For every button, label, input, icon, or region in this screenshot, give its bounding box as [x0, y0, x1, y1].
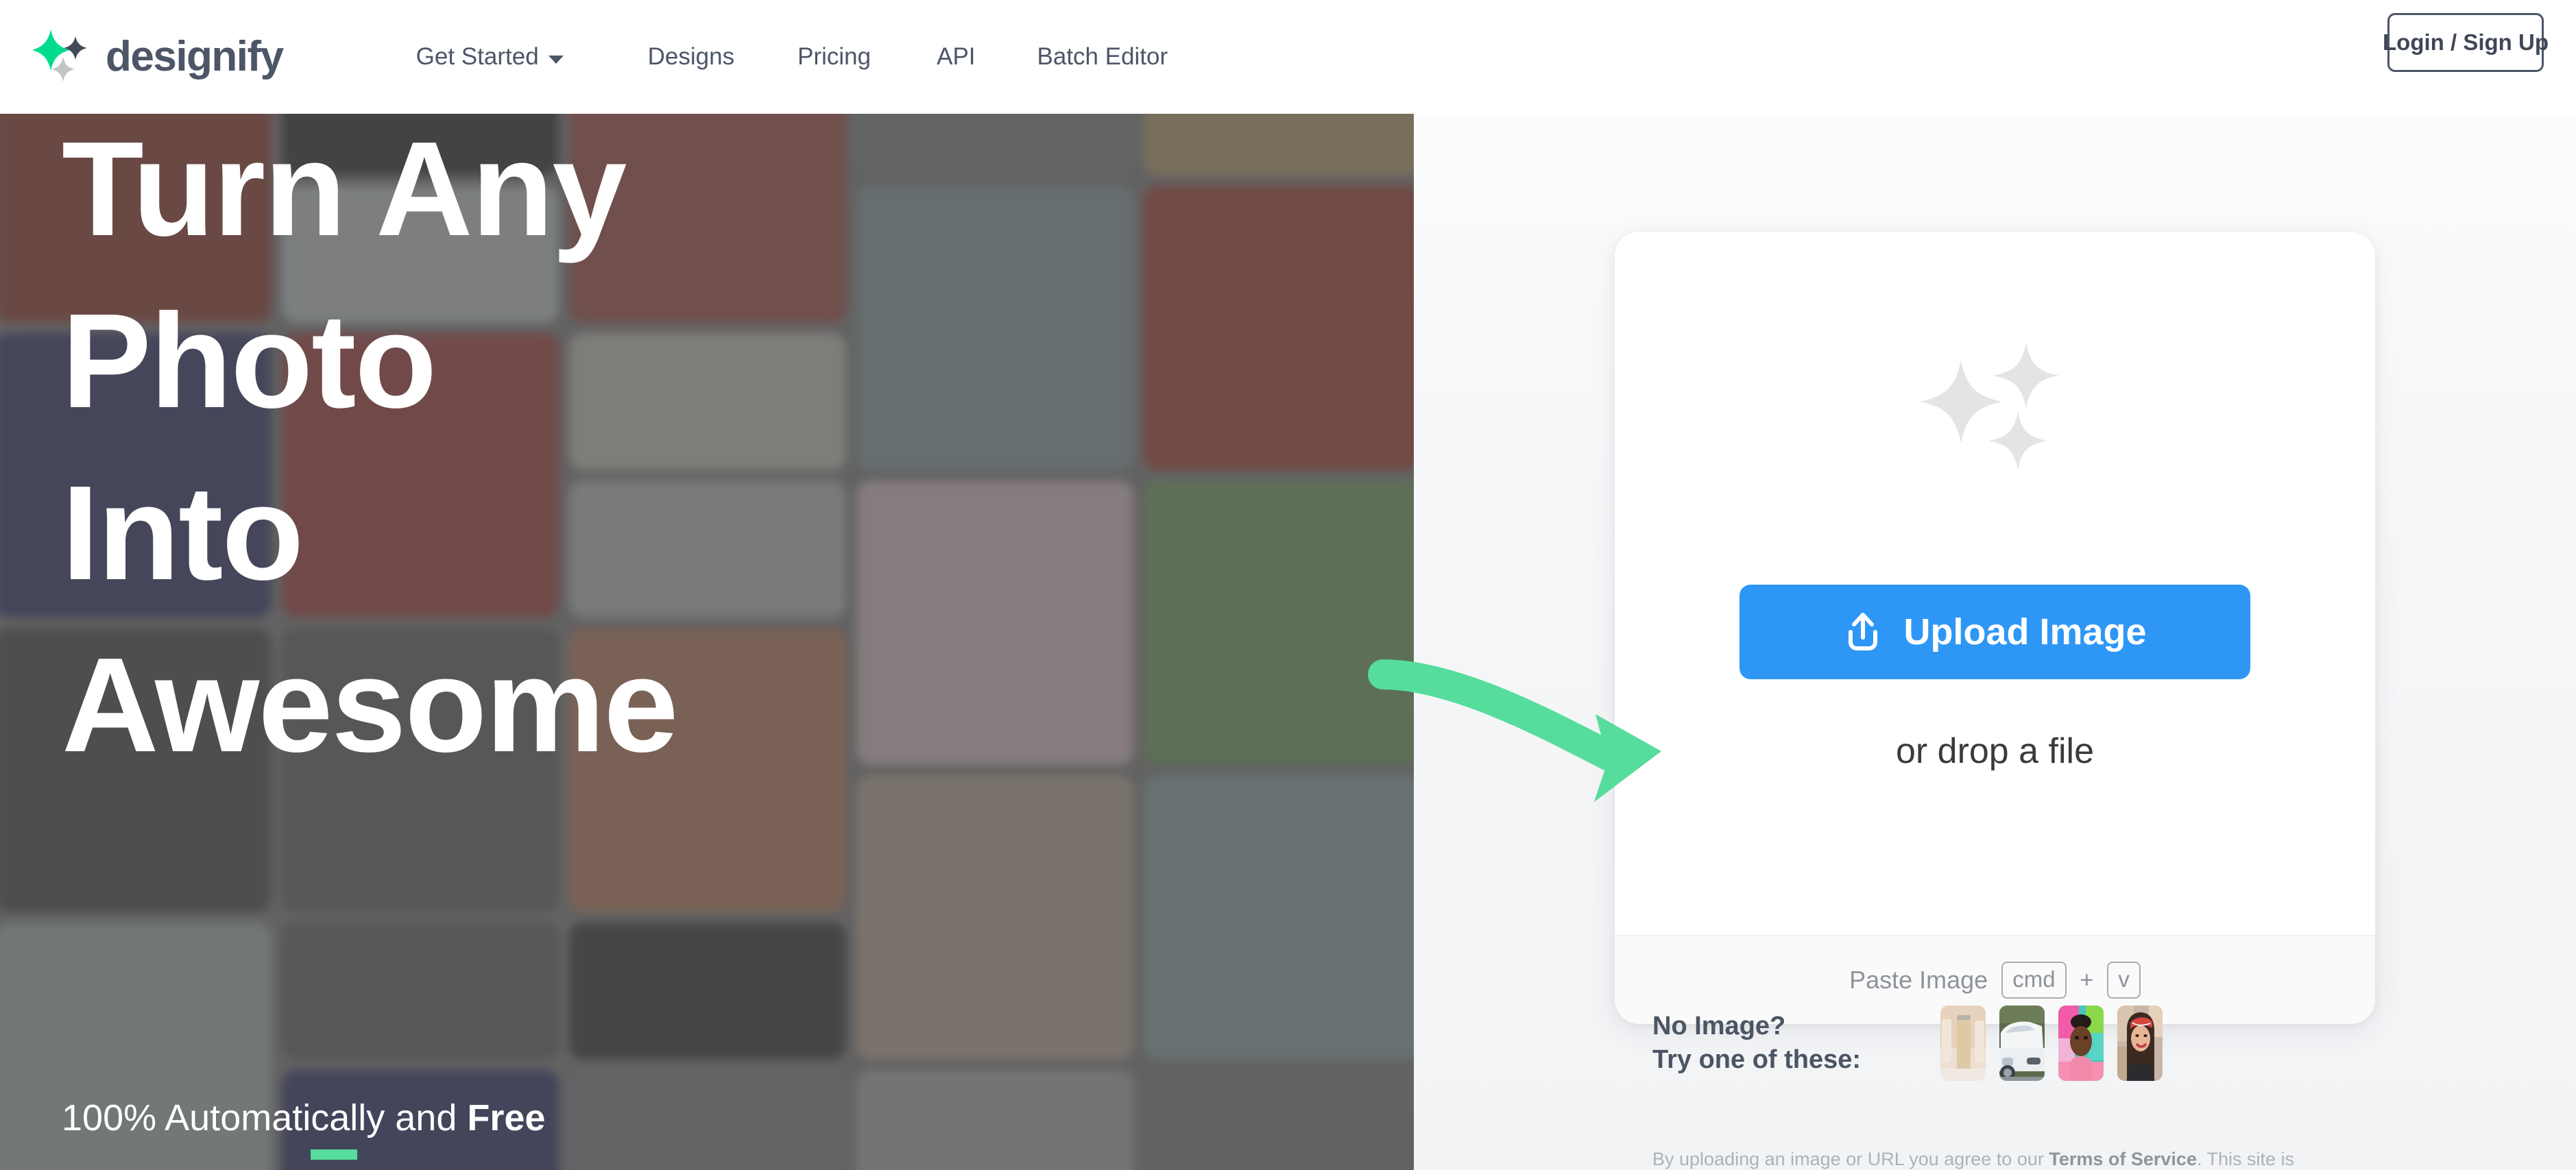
sample-thumbnail-car[interactable]: [1999, 1006, 2045, 1081]
nav-item-label: Designs: [647, 43, 735, 70]
sample-thumbnail-can[interactable]: [1940, 1006, 1986, 1081]
kbd-cmd: cmd: [2001, 962, 2067, 999]
hero-subtitle-underline: [311, 1149, 357, 1160]
sample-thumbnails: [1940, 1006, 2163, 1081]
upload-icon: [1843, 611, 1883, 653]
nav-item-label: Get Started: [416, 43, 539, 70]
login-signup-button[interactable]: Login / Sign Up: [2383, 13, 2549, 72]
main-nav: Get Started Designs Pricing API Batch Ed…: [416, 43, 1168, 71]
no-image-label-line-2: Try one of these:: [1652, 1045, 1862, 1074]
hero-copy: Turn Any Photo Into Awesome 100% Automat…: [0, 114, 1414, 1170]
nav-item-label: API: [937, 43, 976, 70]
terms-suffix: . This site is: [2196, 1149, 2295, 1169]
paste-image-label: Paste Image: [1849, 966, 1988, 994]
sparkles-icon: [1910, 341, 2080, 485]
brand-logo[interactable]: designify: [33, 27, 284, 87]
page-title: Turn Any Photo Into Awesome: [62, 114, 850, 792]
no-image-label: No Image? Try one of these:: [1652, 1010, 1940, 1076]
hero-title-line-2: Photo: [62, 285, 437, 436]
hero-title-line-3: Into: [62, 457, 304, 608]
kbd-separator: +: [2080, 966, 2094, 993]
hero-subtitle-prefix: 100% Automatically and: [62, 1097, 468, 1138]
page-root: designify Get Started Designs Pricing AP…: [0, 0, 2576, 1170]
sample-thumbnail-man[interactable]: [2058, 1006, 2104, 1081]
nav-item-get-started[interactable]: Get Started: [416, 43, 564, 71]
sample-thumbnail-woman[interactable]: [2117, 1006, 2163, 1081]
upload-image-button-label: Upload Image: [1903, 611, 2147, 653]
hero-title-line-1: Turn Any: [62, 114, 627, 264]
brand-name: designify: [106, 33, 284, 80]
sparkle-logo-icon: [33, 27, 91, 87]
site-header: designify Get Started Designs Pricing AP…: [0, 0, 2576, 114]
terms-of-service-link[interactable]: Terms of Service: [2049, 1149, 2197, 1169]
nav-item-batch-editor[interactable]: Batch Editor: [1037, 43, 1168, 71]
nav-item-api[interactable]: API: [937, 43, 975, 71]
kbd-v: v: [2107, 962, 2141, 999]
terms-prefix: By uploading an image or URL you agree t…: [1652, 1149, 2049, 1169]
upload-image-button[interactable]: Upload Image: [1740, 585, 2250, 679]
nav-item-label: Pricing: [797, 43, 871, 70]
nav-item-pricing[interactable]: Pricing: [797, 43, 871, 71]
nav-item-designs[interactable]: Designs: [648, 43, 734, 71]
drop-a-file-text: or drop a file: [1895, 731, 2095, 771]
nav-item-label: Batch Editor: [1037, 43, 1168, 70]
terms-notice: By uploading an image or URL you agree t…: [1652, 1149, 2294, 1170]
sample-images-row: No Image? Try one of these:: [1652, 1006, 2163, 1081]
upload-dropzone-card[interactable]: Upload Image or drop a file Paste Image …: [1615, 232, 2375, 1024]
no-image-label-line-1: No Image?: [1652, 1012, 1786, 1041]
hero-subtitle-highlight: Free: [467, 1097, 546, 1138]
chevron-down-icon: [548, 56, 564, 64]
hero-left-panel: Turn Any Photo Into Awesome 100% Automat…: [0, 114, 1414, 1170]
hero-subtitle: 100% Automatically and Free: [62, 1097, 545, 1139]
hero-title-line-4: Awesome: [62, 629, 678, 780]
